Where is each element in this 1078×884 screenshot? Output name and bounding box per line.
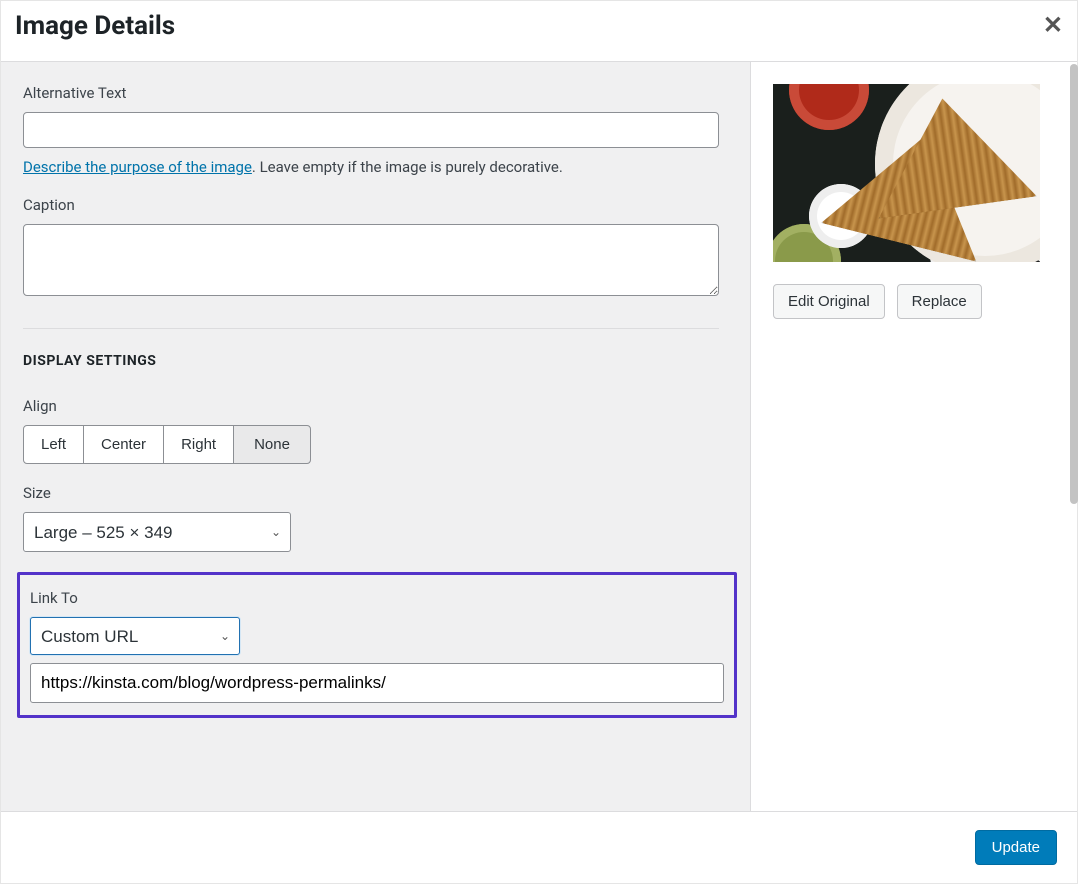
caption-label: Caption — [23, 196, 728, 214]
align-left-button[interactable]: Left — [23, 425, 84, 464]
link-to-label: Link To — [30, 589, 724, 607]
image-preview — [773, 84, 1040, 262]
link-to-url-input[interactable] — [30, 663, 724, 703]
link-to-select[interactable]: Custom URL — [30, 617, 240, 655]
align-label: Align — [23, 397, 728, 415]
align-center-button[interactable]: Center — [83, 425, 164, 464]
alt-text-hint-rest: . Leave empty if the image is purely dec… — [252, 158, 563, 176]
alt-text-hint-link[interactable]: Describe the purpose of the image — [23, 158, 252, 176]
link-to-highlight: Link To Custom URL ⌄ — [17, 572, 737, 718]
divider — [23, 328, 719, 329]
align-right-button[interactable]: Right — [163, 425, 234, 464]
caption-input[interactable] — [23, 224, 719, 296]
align-none-button[interactable]: None — [233, 425, 311, 464]
close-button[interactable]: ✕ — [1043, 14, 1063, 38]
update-button[interactable]: Update — [975, 830, 1057, 865]
modal-title: Image Details — [15, 11, 175, 41]
size-select[interactable]: Large – 525 × 349 — [23, 512, 291, 552]
alt-text-label: Alternative Text — [23, 84, 728, 102]
align-button-group: Left Center Right None — [23, 425, 728, 464]
size-label: Size — [23, 484, 728, 502]
display-settings-heading: DISPLAY SETTINGS — [23, 353, 728, 369]
edit-original-button[interactable]: Edit Original — [773, 284, 885, 319]
replace-button[interactable]: Replace — [897, 284, 982, 319]
alt-text-hint: Describe the purpose of the image. Leave… — [23, 158, 728, 176]
scrollbar[interactable] — [1070, 64, 1078, 504]
alt-text-input[interactable] — [23, 112, 719, 148]
close-icon: ✕ — [1043, 12, 1063, 39]
